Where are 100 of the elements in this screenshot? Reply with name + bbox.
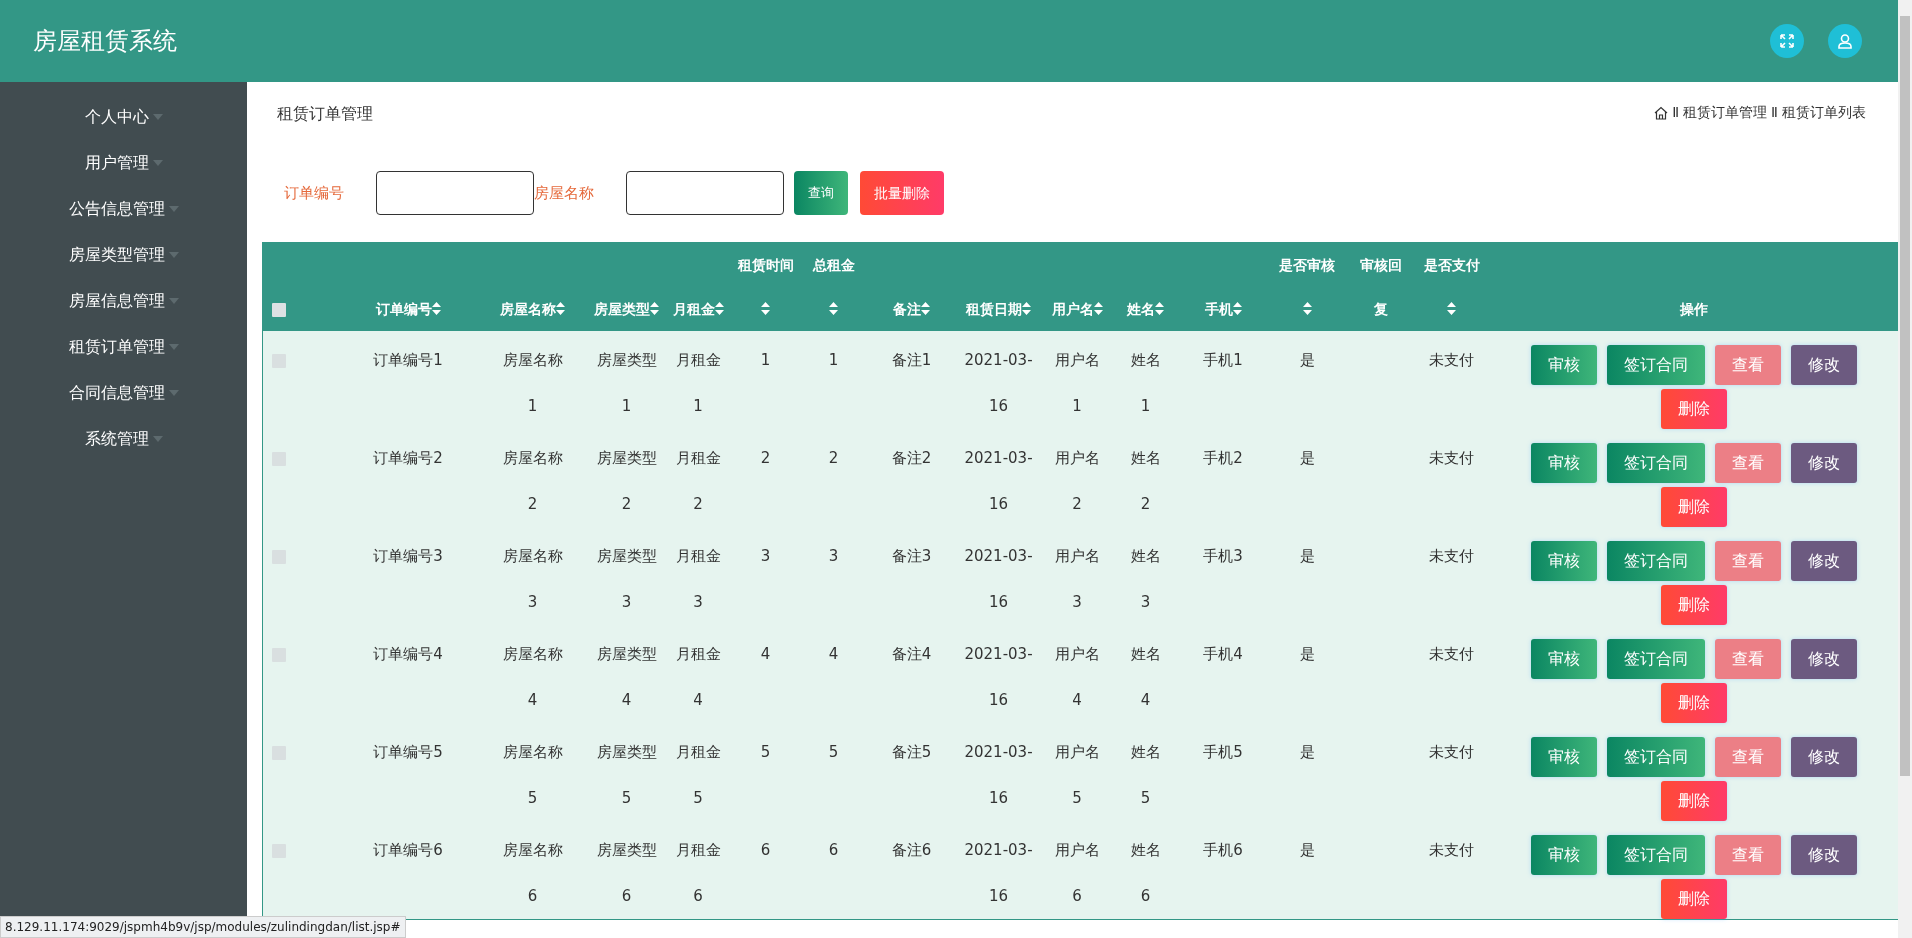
edit-button[interactable]: 修改 (1791, 541, 1858, 581)
review-button[interactable]: 审核 (1531, 737, 1598, 777)
table-cell-text: 用户名2 (1053, 448, 1101, 515)
table-cell-text: 订单编号6 (373, 840, 443, 861)
column-header[interactable]: 租赁日期 (966, 301, 1022, 317)
delete-button[interactable]: 删除 (1661, 487, 1728, 527)
column-header[interactable]: 手机 (1204, 301, 1233, 317)
column-header[interactable]: 姓名 (1127, 301, 1155, 317)
contract-button[interactable]: 签订合同 (1607, 345, 1706, 385)
table-cell-text: 手机2 (1203, 448, 1243, 469)
column-header[interactable]: 月租金 (672, 301, 715, 317)
table-cell-text: 3 (828, 546, 839, 567)
table-cell-text: 是 (1299, 644, 1315, 665)
review-button[interactable]: 审核 (1531, 443, 1598, 483)
caret-icon (152, 114, 163, 120)
edit-button[interactable]: 修改 (1791, 737, 1858, 777)
column-header[interactable]: 房屋类型 (594, 301, 650, 317)
table-cell-text: 2021-03-16 (963, 840, 1034, 907)
table-cell-text: 备注5 (891, 742, 932, 763)
sidebar-item[interactable]: 系统管理 (0, 416, 247, 462)
table-cell-text: 房屋类型4 (595, 644, 658, 711)
delete-button[interactable]: 删除 (1661, 879, 1728, 919)
table-cell-text: 房屋类型1 (595, 350, 658, 417)
edit-button[interactable]: 修改 (1791, 835, 1858, 875)
breadcrumb-link[interactable]: 租赁订单列表 (1782, 102, 1866, 123)
table-cell-text: 备注4 (891, 644, 932, 665)
caret-icon (152, 436, 163, 442)
table-cell-text: 用户名5 (1053, 742, 1101, 809)
edit-button[interactable]: 修改 (1791, 639, 1858, 679)
breadcrumb-link[interactable]: 租赁订单管理 (1683, 102, 1768, 123)
table-cell-text: 月租金3 (674, 546, 722, 613)
edit-button[interactable]: 修改 (1791, 443, 1858, 483)
search-field[interactable] (376, 171, 534, 215)
select-all-checkbox[interactable] (272, 303, 286, 317)
sidebar-item[interactable]: 房屋类型管理 (0, 232, 247, 278)
home-icon (1654, 105, 1669, 120)
sidebar-item[interactable]: 租赁订单管理 (0, 324, 247, 370)
contract-button[interactable]: 签订合同 (1607, 443, 1706, 483)
view-button[interactable]: 查看 (1715, 345, 1782, 385)
delete-button[interactable]: 删除 (1661, 683, 1728, 723)
column-header[interactable]: 房屋名称 (500, 301, 556, 317)
search-button[interactable]: 查询 (794, 171, 848, 215)
user-button[interactable] (1828, 24, 1862, 58)
caret-icon (168, 206, 179, 212)
table-cell-text: 手机5 (1203, 742, 1243, 763)
table-cell-text: 手机1 (1203, 350, 1243, 371)
app-title: 房屋租赁系统 (33, 26, 177, 57)
sidebar-item[interactable]: 房屋信息管理 (0, 278, 247, 324)
column-header[interactable]: 订单编号 (375, 301, 432, 317)
view-button[interactable]: 查看 (1715, 835, 1782, 875)
search-field[interactable] (626, 171, 784, 215)
table-cell-text: 姓名5 (1129, 742, 1162, 809)
sidebar-item[interactable]: 公告信息管理 (0, 186, 247, 232)
column-header[interactable]: 用户名 (1051, 301, 1094, 317)
table-cell-text: 姓名6 (1129, 840, 1162, 907)
batch-delete-button[interactable]: 批量删除 (860, 171, 944, 215)
caret-icon (168, 298, 179, 304)
table-cell-text: 房屋类型3 (595, 546, 658, 613)
view-button[interactable]: 查看 (1715, 639, 1782, 679)
column-header[interactable]: 备注 (893, 301, 921, 317)
contract-button[interactable]: 签订合同 (1607, 541, 1706, 581)
view-button[interactable]: 查看 (1715, 443, 1782, 483)
table-cell-text: 房屋名称2 (501, 448, 564, 515)
table-cell-text: 是 (1299, 840, 1315, 861)
table-cell-text: 月租金1 (674, 350, 722, 417)
table-cell-text: 手机4 (1203, 644, 1243, 665)
table-cell-text: 是 (1299, 546, 1315, 567)
contract-button[interactable]: 签订合同 (1607, 737, 1706, 777)
edit-button[interactable]: 修改 (1791, 345, 1858, 385)
table-cell-text: 用户名6 (1053, 840, 1101, 907)
field-label: 房屋名称 (534, 182, 595, 204)
table-cell-text: 6 (828, 840, 839, 861)
contract-button[interactable]: 签订合同 (1607, 835, 1706, 875)
table-cell-text: 备注6 (891, 840, 932, 861)
table-cell-text: 1 (828, 350, 839, 371)
sidebar-item[interactable]: 合同信息管理 (0, 370, 247, 416)
table-cell-text: 6 (760, 840, 771, 861)
table-cell-text: 姓名3 (1129, 546, 1162, 613)
table-cell-text: 未支付 (1429, 546, 1474, 567)
delete-button[interactable]: 删除 (1661, 585, 1728, 625)
table-cell-text: 5 (828, 742, 839, 763)
fullscreen-icon (1779, 33, 1795, 49)
view-button[interactable]: 查看 (1715, 541, 1782, 581)
contract-button[interactable]: 签订合同 (1607, 639, 1706, 679)
table-cell-text: 订单编号3 (373, 546, 443, 567)
review-button[interactable]: 审核 (1531, 541, 1598, 581)
delete-button[interactable]: 删除 (1661, 389, 1728, 429)
scrollbar[interactable] (1898, 0, 1912, 938)
sidebar-item[interactable]: 用户管理 (0, 140, 247, 186)
review-button[interactable]: 审核 (1531, 639, 1598, 679)
view-button[interactable]: 查看 (1715, 737, 1782, 777)
table-cell-text: 月租金2 (674, 448, 722, 515)
field-label: 订单编号 (284, 182, 345, 204)
fullscreen-button[interactable] (1770, 24, 1804, 58)
delete-button[interactable]: 删除 (1661, 781, 1728, 821)
table-cell-text: 订单编号1 (373, 350, 443, 371)
review-button[interactable]: 审核 (1531, 835, 1598, 875)
table-cell-text: 用户名4 (1053, 644, 1101, 711)
sidebar-item[interactable]: 个人中心 (0, 94, 247, 140)
review-button[interactable]: 审核 (1531, 345, 1598, 385)
